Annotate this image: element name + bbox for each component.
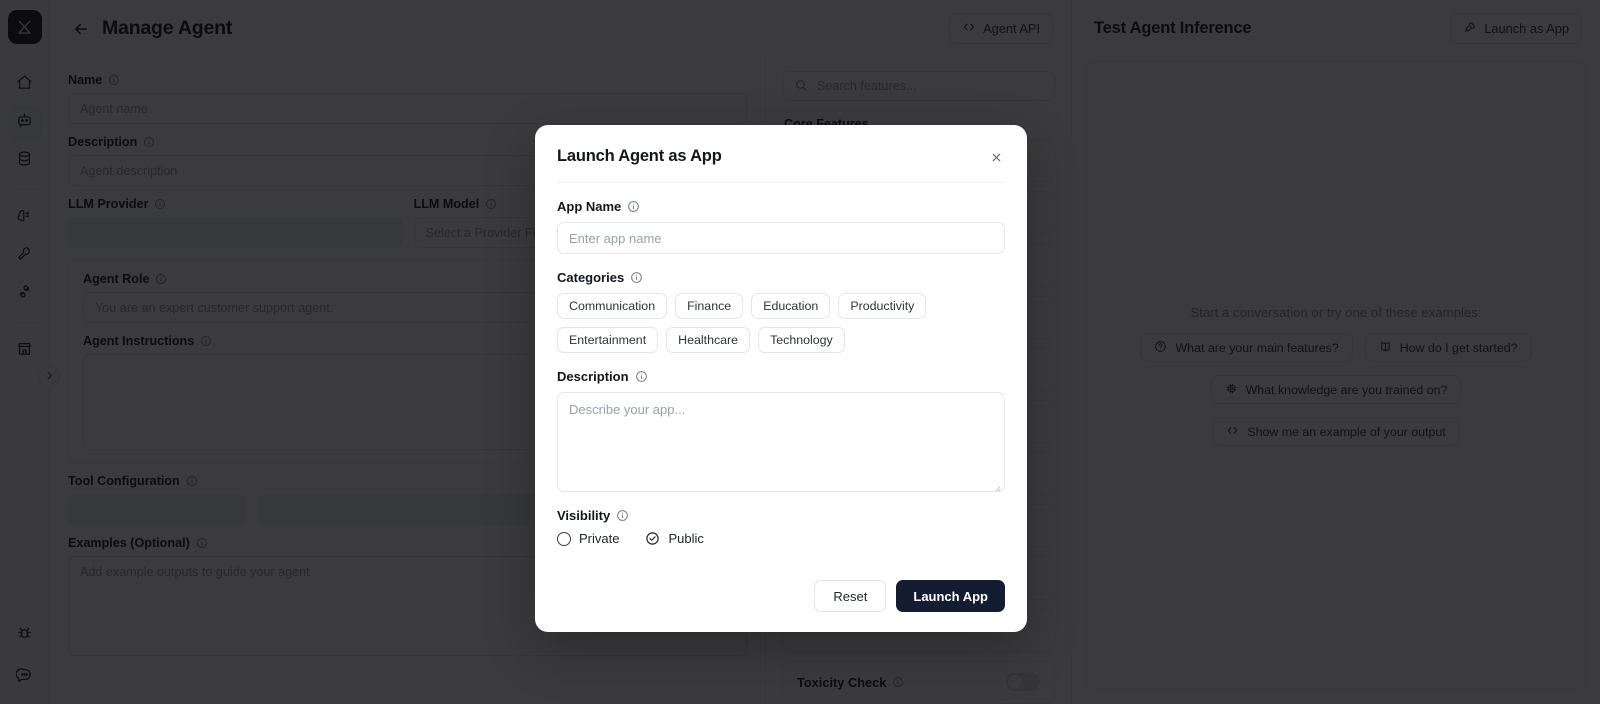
close-icon[interactable] — [987, 148, 1005, 166]
categories-label: Categories — [557, 270, 1005, 285]
modal-description-placeholder: Describe your app... — [569, 402, 686, 417]
category-chip[interactable]: Finance — [675, 293, 744, 319]
app-name-input[interactable]: Enter app name — [557, 222, 1005, 254]
category-chip[interactable]: Entertainment — [557, 327, 659, 353]
modal-field-visibility: Visibility Private Public — [557, 508, 1005, 546]
radio-unchecked-icon — [557, 531, 571, 546]
visibility-option-public[interactable]: Public — [645, 531, 704, 546]
modal-header: Launch Agent as App — [557, 147, 1005, 166]
visibility-options: Private Public — [557, 531, 1005, 546]
category-chip[interactable]: Productivity — [838, 293, 927, 319]
launch-agent-as-app-modal: Launch Agent as App App Name Enter app n… — [535, 125, 1027, 632]
category-chip[interactable]: Communication — [557, 293, 668, 319]
modal-description-textarea[interactable]: Describe your app... — [557, 392, 1005, 492]
info-icon[interactable] — [635, 370, 648, 383]
app-name-label-text: App Name — [557, 199, 622, 214]
launch-app-button[interactable]: Launch App — [896, 580, 1005, 612]
modal-field-description: Description Describe your app... — [557, 369, 1005, 492]
visibility-option-private[interactable]: Private — [557, 531, 619, 546]
info-icon[interactable] — [627, 200, 640, 213]
modal-divider — [557, 182, 1005, 183]
categories-label-text: Categories — [557, 270, 625, 285]
modal-title: Launch Agent as App — [557, 147, 722, 165]
category-chip[interactable]: Education — [751, 293, 831, 319]
app-name-placeholder: Enter app name — [569, 230, 662, 246]
modal-description-label: Description — [557, 369, 1005, 384]
info-icon[interactable] — [630, 271, 643, 284]
app-name-label: App Name — [557, 199, 1005, 214]
visibility-label: Visibility — [557, 508, 1005, 523]
modal-actions: Reset Launch App — [557, 580, 1005, 612]
modal-field-app-name: App Name Enter app name — [557, 199, 1005, 254]
visibility-label-text: Visibility — [557, 508, 611, 523]
radio-checked-icon — [645, 531, 660, 546]
visibility-public-label: Public — [668, 531, 704, 546]
category-chip[interactable]: Technology — [758, 327, 845, 353]
info-icon[interactable] — [616, 509, 629, 522]
reset-button[interactable]: Reset — [814, 580, 887, 612]
app-root: Manage Agent Agent API Name — [0, 0, 1600, 704]
modal-description-label-text: Description — [557, 369, 629, 384]
modal-field-categories: Categories Communication Finance Educati… — [557, 270, 1005, 353]
resize-grip-icon[interactable] — [993, 480, 1001, 492]
category-chip-list: Communication Finance Education Producti… — [557, 293, 1005, 353]
category-chip[interactable]: Healthcare — [666, 327, 751, 353]
visibility-private-label: Private — [579, 531, 620, 546]
